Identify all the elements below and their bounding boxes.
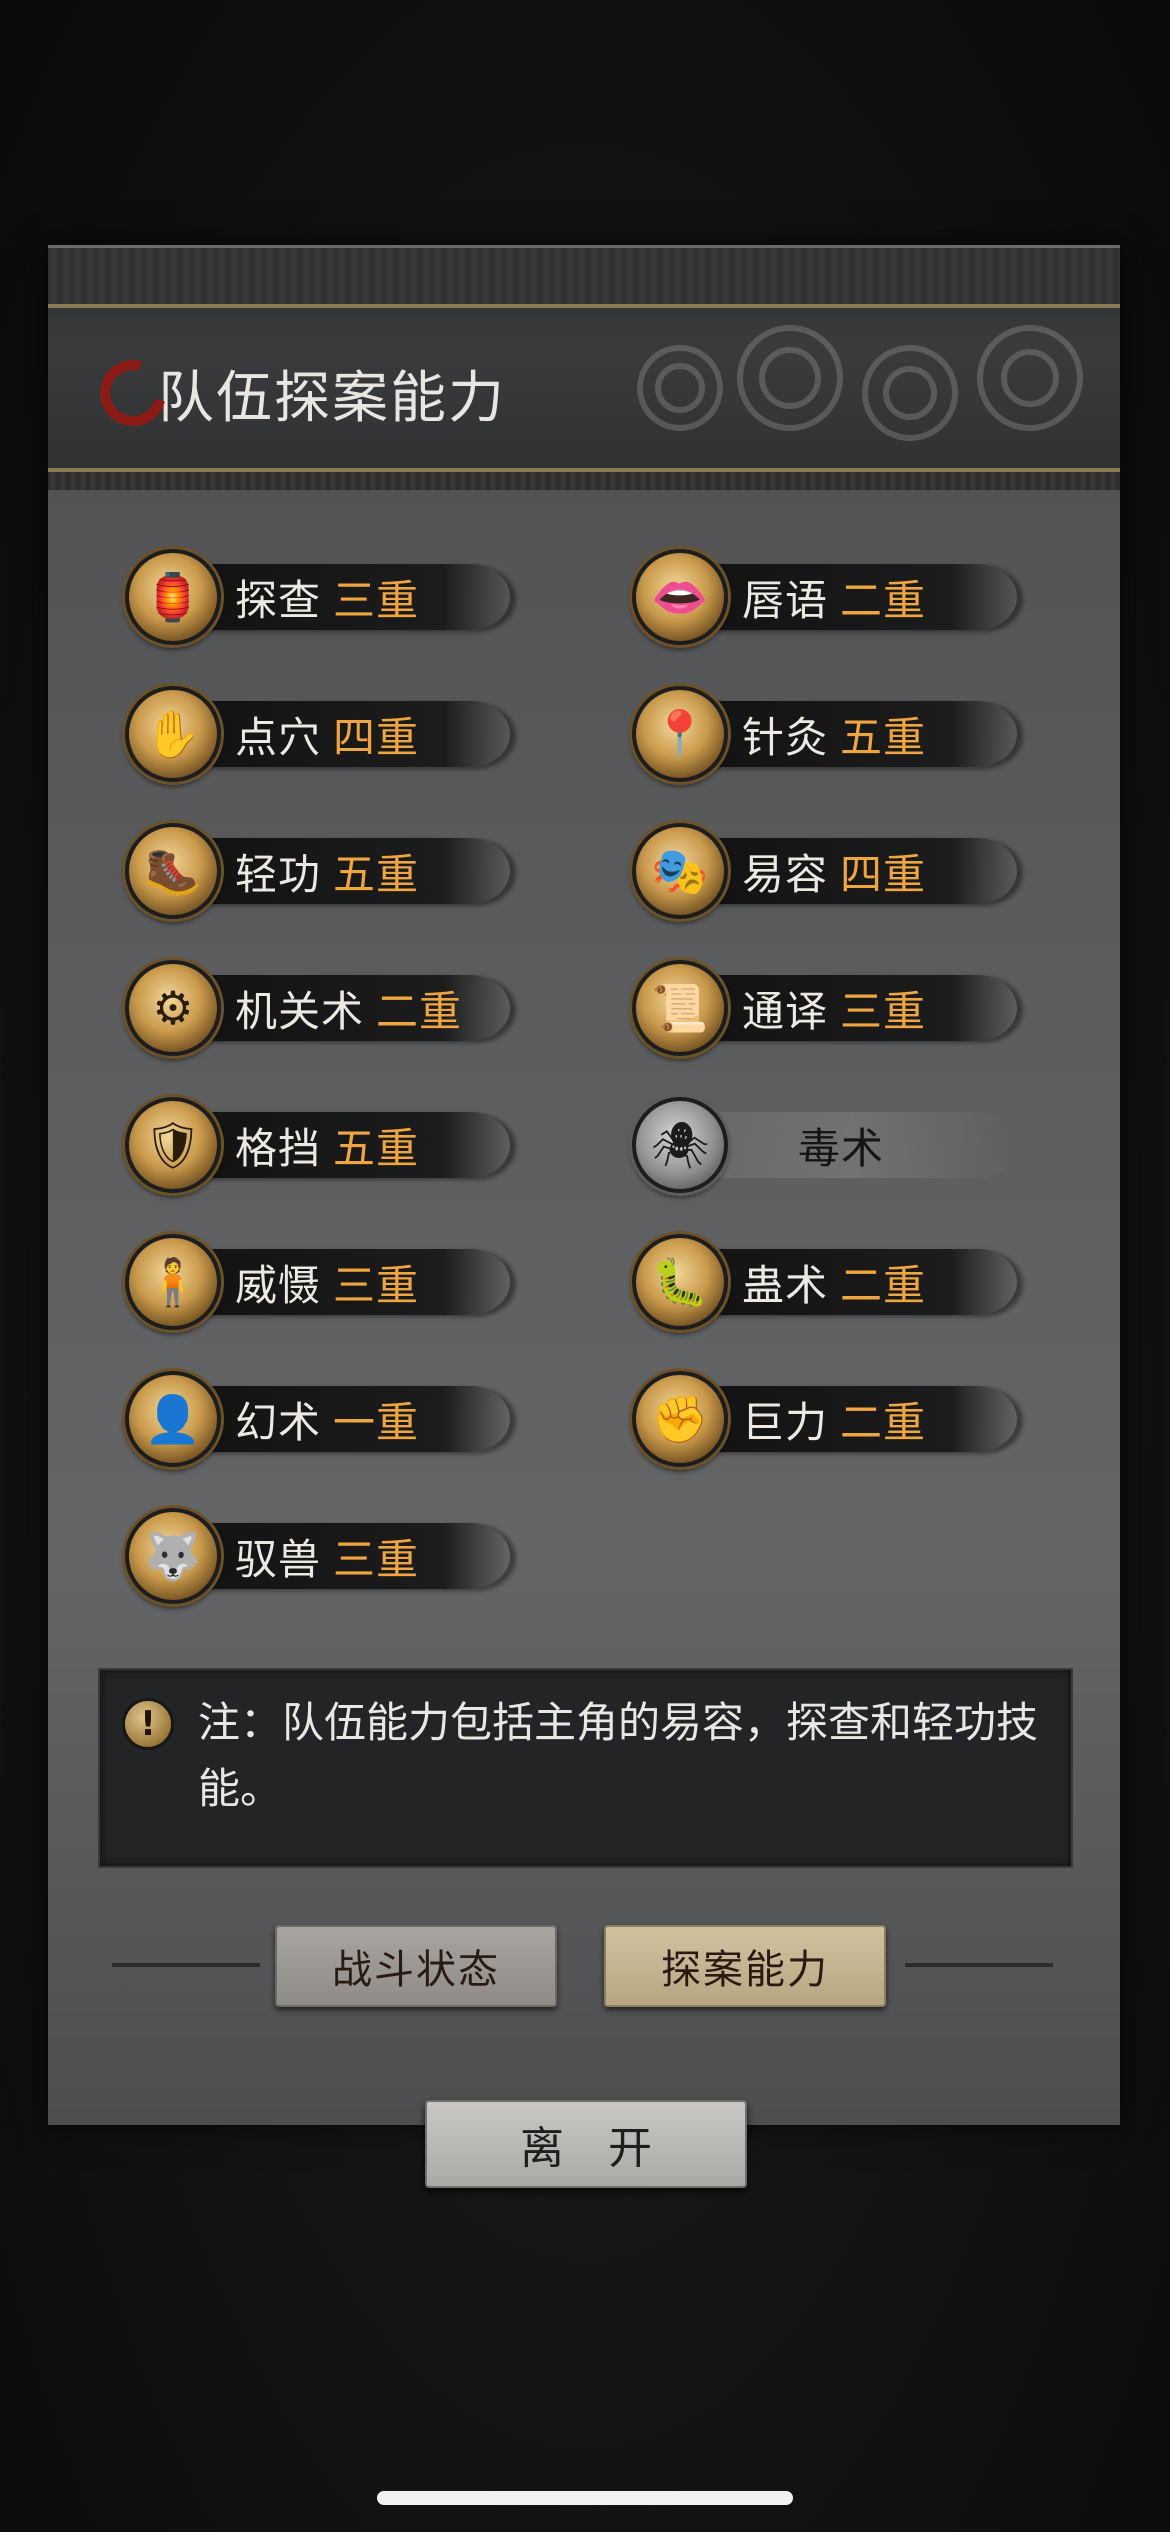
skill-name: 蛊术 [742, 1260, 829, 1310]
skill-item[interactable]: 👄 唇语 二重 [632, 542, 1017, 652]
intimidate-icon: 🧍 [125, 1234, 221, 1330]
skill-level: 三重 [333, 1534, 420, 1584]
skill-name: 唇语 [742, 575, 829, 625]
lightness-skill-icon: 🥾 [125, 823, 221, 919]
skill-item[interactable]: 🏮 探查 三重 [125, 542, 510, 652]
cloud-pattern-icon [637, 325, 1083, 441]
skill-item[interactable]: 🥾 轻功 五重 [125, 816, 510, 926]
translation-icon: 📜 [632, 960, 728, 1056]
skill-name: 威慑 [235, 1260, 322, 1310]
tab-divider-right [905, 1963, 1053, 1967]
skill-name: 毒术 [798, 1123, 885, 1173]
title-group: 队伍探案能力 [87, 347, 506, 439]
skill-item[interactable]: 🎭 易容 四重 [632, 816, 1017, 926]
skill-level: 三重 [840, 986, 927, 1036]
skill-level: 五重 [840, 712, 927, 762]
skill-item[interactable]: 🛡 格挡 五重 [125, 1090, 510, 1200]
skill-name: 探查 [235, 575, 322, 625]
strength-icon: ✊ [632, 1371, 728, 1467]
screen: 队伍探案能力 🏮 探查 三重 👄 唇语 二重 ✋ 点穴 四重 📍 针灸 五重 🥾 轻功 五重 🎭 易容 四重 ⚙ 机关… [0, 0, 1170, 2532]
skill-item[interactable]: 🐺 驭兽 三重 [125, 1501, 510, 1611]
illusion-icon: 👤 [125, 1371, 221, 1467]
home-indicator[interactable] [377, 2491, 793, 2505]
acupuncture-icon: 📍 [632, 686, 728, 782]
page-title: 队伍探案能力 [158, 365, 506, 431]
beast-taming-icon: 🐺 [125, 1508, 221, 1604]
skill-level: 五重 [333, 1123, 420, 1173]
tab-battle-status[interactable]: 战斗状态 [275, 1925, 557, 2007]
tab-investigation-ability[interactable]: 探案能力 [604, 1925, 886, 2007]
skill-item[interactable]: 👤 幻术 一重 [125, 1364, 510, 1474]
skill-level: 二重 [840, 1397, 927, 1447]
skill-level: 一重 [333, 1397, 420, 1447]
note-text: 注：队伍能力包括主角的易容，探查和轻功技能。 [198, 1698, 1039, 1813]
skill-item[interactable]: ⚙ 机关术 二重 [125, 953, 510, 1063]
skill-name: 针灸 [742, 712, 829, 762]
skill-name: 易容 [742, 849, 829, 899]
skill-name: 驭兽 [235, 1534, 322, 1584]
tab-divider-left [112, 1963, 260, 1967]
note-box: ! 注：队伍能力包括主角的易容，探查和轻功技能。 [98, 1668, 1073, 1868]
leave-button[interactable]: 离 开 [425, 2100, 747, 2188]
panel-header: 队伍探案能力 [48, 245, 1120, 490]
lip-reading-icon: 👄 [632, 549, 728, 645]
skill-level: 四重 [333, 712, 420, 762]
skill-item[interactable]: 🐛 蛊术 二重 [632, 1227, 1017, 1337]
skill-name: 巨力 [742, 1397, 829, 1447]
gu-worm-icon: 🐛 [632, 1234, 728, 1330]
skill-level: 三重 [333, 575, 420, 625]
skill-name: 点穴 [235, 712, 322, 762]
investigate-icon: 🏮 [125, 549, 221, 645]
skill-item[interactable]: 📜 通译 三重 [632, 953, 1017, 1063]
skill-item[interactable]: 🧍 威慑 三重 [125, 1227, 510, 1337]
skill-item[interactable]: ✊ 巨力 二重 [632, 1364, 1017, 1474]
poison-spider-icon: 🕷 [632, 1097, 728, 1193]
skill-name: 机关术 [235, 986, 365, 1036]
skill-item[interactable]: 📍 针灸 五重 [632, 679, 1017, 789]
skill-level: 三重 [333, 1260, 420, 1310]
skill-level: 四重 [840, 849, 927, 899]
header-ornament-strip-bottom [48, 468, 1120, 490]
skill-item[interactable]: 🕷 毒术 [632, 1090, 1017, 1200]
acupoint-icon: ✋ [125, 686, 221, 782]
header-ornament-strip [48, 248, 1120, 308]
skill-item[interactable]: ✋ 点穴 四重 [125, 679, 510, 789]
skill-name: 通译 [742, 986, 829, 1036]
mechanism-icon: ⚙ [125, 960, 221, 1056]
exclamation-icon: ! [122, 1698, 174, 1750]
block-icon: 🛡 [125, 1097, 221, 1193]
skill-level: 二重 [840, 1260, 927, 1310]
skill-level: 二重 [376, 986, 463, 1036]
skill-level: 二重 [840, 575, 927, 625]
skill-level: 五重 [333, 849, 420, 899]
skill-name: 幻术 [235, 1397, 322, 1447]
disguise-icon: 🎭 [632, 823, 728, 919]
skill-name: 格挡 [235, 1123, 322, 1173]
skill-name: 轻功 [235, 849, 322, 899]
